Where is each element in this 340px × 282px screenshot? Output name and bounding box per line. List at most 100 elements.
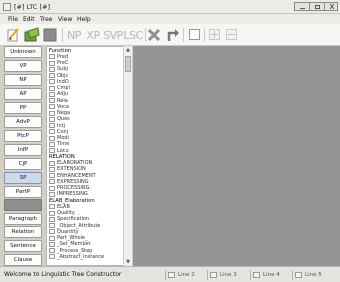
list-item-checkbox[interactable] <box>49 91 55 97</box>
save-button[interactable] <box>43 27 57 43</box>
list-item[interactable]: ENHANCEMENT <box>47 173 96 179</box>
list-item-checkbox[interactable] <box>49 204 55 210</box>
list-item-checkbox[interactable] <box>49 85 55 91</box>
clause-button[interactable]: Clause <box>4 254 42 266</box>
list-item-checkbox[interactable] <box>49 235 55 241</box>
cjp-button[interactable]: CjP <box>4 158 42 170</box>
list-item[interactable]: ELABORATION <box>47 160 92 166</box>
new-document-button[interactable] <box>6 27 20 43</box>
list-item-checkbox[interactable] <box>49 60 55 66</box>
list-item[interactable]: IndO <box>47 79 69 85</box>
delete-button[interactable] <box>147 27 161 43</box>
line-3-checkbox[interactable] <box>210 272 217 278</box>
scroll-up-arrow-icon[interactable]: ▲ <box>124 46 132 54</box>
list-item[interactable]: _Set_Member <box>47 241 91 247</box>
list-item-checkbox[interactable] <box>49 216 55 222</box>
list-item-checkbox[interactable] <box>49 141 55 147</box>
list-item-checkbox[interactable] <box>49 73 55 78</box>
minimize-button[interactable] <box>294 2 310 11</box>
list-item[interactable]: Quality <box>47 210 75 216</box>
line-5-toggle[interactable]: Line 5 <box>292 270 322 280</box>
list-item-checkbox[interactable] <box>49 104 55 110</box>
list-item-checkbox[interactable] <box>49 166 55 172</box>
scroll-down-arrow-icon[interactable]: ▼ <box>124 258 132 266</box>
list-item-checkbox[interactable] <box>49 66 55 72</box>
np-button[interactable]: NP <box>66 27 82 43</box>
list-item-checkbox[interactable] <box>49 248 55 253</box>
line-2-toggle[interactable]: Line 2 <box>165 270 195 280</box>
list-item-checkbox[interactable] <box>49 254 55 260</box>
list-item-checkbox[interactable] <box>49 185 55 191</box>
list-item[interactable]: _Abstract_Instance <box>47 254 104 260</box>
list-item[interactable]: Voca <box>47 104 69 110</box>
sentence-button[interactable]: Sentence <box>4 240 42 252</box>
list-item-checkbox[interactable] <box>49 123 55 128</box>
list-item-checkbox[interactable] <box>49 229 55 235</box>
zoom-in-button[interactable] <box>209 29 220 40</box>
list-item[interactable]: ELAB <box>47 204 70 210</box>
list-item-checkbox[interactable] <box>49 110 55 116</box>
list-item-checkbox[interactable] <box>49 148 55 153</box>
svp-button[interactable]: SVP <box>103 27 123 43</box>
list-item[interactable]: Subj <box>47 66 68 72</box>
list-item[interactable]: Part_Whole_ <box>47 235 88 241</box>
open-button[interactable] <box>24 27 40 43</box>
list-item[interactable]: Adju <box>47 91 68 97</box>
np-phrase-button[interactable]: NP <box>4 74 42 86</box>
list-item[interactable]: EXPRESSING <box>47 179 89 185</box>
list-item[interactable]: _Object_Attribute <box>47 223 100 229</box>
menu-file[interactable]: File <box>8 16 18 23</box>
advp-button[interactable]: AdvP <box>4 116 42 128</box>
list-item[interactable]: PROCESSING <box>47 185 90 191</box>
list-item[interactable]: Time <box>47 141 69 147</box>
list-item-checkbox[interactable] <box>49 210 55 216</box>
infp-button[interactable]: InfP <box>4 144 42 156</box>
menu-tree[interactable]: Tree <box>40 16 53 23</box>
scroll-thumb[interactable] <box>125 56 131 72</box>
close-button[interactable] <box>324 2 338 11</box>
list-item[interactable]: Quantity <box>47 229 79 235</box>
vp-button[interactable]: VP <box>4 60 42 72</box>
list-item[interactable]: Intj <box>47 123 65 129</box>
list-item-checkbox[interactable] <box>49 116 55 122</box>
line-5-checkbox[interactable] <box>295 272 302 278</box>
list-item[interactable]: Objc <box>47 73 68 79</box>
line-4-toggle[interactable]: Line 4 <box>250 270 280 280</box>
list-item-checkbox[interactable] <box>49 79 55 85</box>
menu-edit[interactable]: Edit <box>23 16 35 23</box>
list-item[interactable]: Locu <box>47 148 69 154</box>
list-item[interactable]: Rela <box>47 98 68 104</box>
list-item[interactable]: Ques <box>47 116 70 122</box>
list-item-checkbox[interactable] <box>49 173 55 178</box>
list-scrollbar[interactable]: ▲ ▼ <box>123 46 132 266</box>
partp-button[interactable]: PartP <box>4 186 42 198</box>
ap-button[interactable]: AP <box>4 88 42 100</box>
xp-button[interactable]: XP <box>85 27 101 43</box>
list-item[interactable]: Specification <box>47 216 89 222</box>
list-item-checkbox[interactable] <box>49 179 55 185</box>
list-item[interactable]: Modi <box>47 135 69 141</box>
sp-button[interactable]: SP <box>4 172 42 184</box>
unknown-button[interactable]: Unknown <box>4 46 42 58</box>
lsc-button[interactable]: LSC <box>123 27 143 43</box>
list-item-checkbox[interactable] <box>49 241 55 247</box>
list-item[interactable]: Conj <box>47 129 68 135</box>
list-item-checkbox[interactable] <box>49 191 55 197</box>
list-item[interactable]: PreC <box>47 60 68 66</box>
list-item-checkbox[interactable] <box>49 223 55 228</box>
pp-button[interactable]: PP <box>4 102 42 114</box>
list-item[interactable]: _Process_Step <box>47 248 92 254</box>
line-4-checkbox[interactable] <box>253 272 260 278</box>
list-item-checkbox[interactable] <box>49 135 55 141</box>
undo-button[interactable] <box>165 27 179 43</box>
menu-help[interactable]: Help <box>77 16 91 23</box>
list-item[interactable]: Cmpl <box>47 85 70 91</box>
line-2-checkbox[interactable] <box>168 272 175 278</box>
relation-button[interactable]: Relation <box>4 226 42 238</box>
list-item[interactable]: IMPRESSING <box>47 191 88 197</box>
line-3-toggle[interactable]: Line 3 <box>207 270 237 280</box>
tree-canvas[interactable] <box>133 46 340 266</box>
ptcp-button[interactable]: PtcP <box>4 130 42 142</box>
list-item[interactable]: EXTENSION <box>47 166 86 172</box>
list-item-checkbox[interactable] <box>49 160 55 166</box>
